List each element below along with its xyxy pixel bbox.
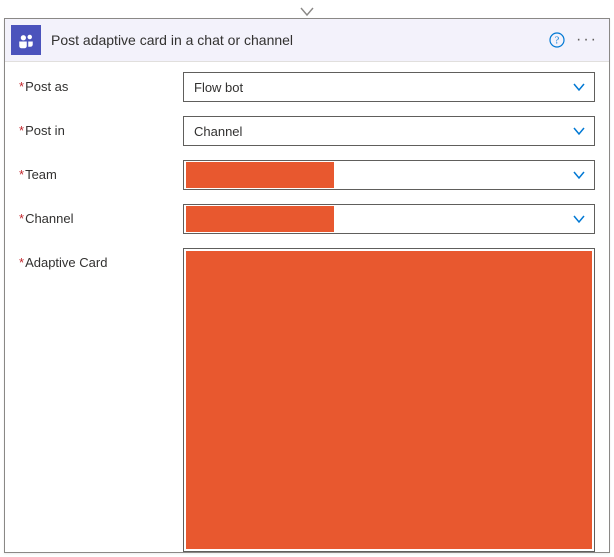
field-label: *Team [19,160,183,182]
field-label: *Channel [19,204,183,226]
action-card: Post adaptive card in a chat or channel … [4,18,610,553]
card-body: *Post as Flow bot *Post in Channel *Team [5,62,609,552]
post-as-select[interactable]: Flow bot [183,72,595,102]
chevron-down-icon [572,80,586,94]
redacted-value [186,206,334,232]
team-select[interactable] [183,160,595,190]
card-header[interactable]: Post adaptive card in a chat or channel … [5,19,609,62]
field-row-post-as: *Post as Flow bot [19,72,595,102]
select-value: Channel [194,124,242,139]
card-title: Post adaptive card in a chat or channel [51,32,547,48]
field-row-post-in: *Post in Channel [19,116,595,146]
teams-icon [11,25,41,55]
help-icon[interactable]: ? [547,30,567,50]
field-row-channel: *Channel [19,204,595,234]
field-row-team: *Team [19,160,595,190]
flow-arrow-down-icon [4,4,610,16]
chevron-down-icon [572,124,586,138]
redacted-value [186,251,592,549]
chevron-down-icon [572,212,586,226]
field-label: *Post as [19,72,183,94]
field-row-adaptive-card: *Adaptive Card [19,248,595,552]
more-menu-icon[interactable]: ··· [575,28,599,52]
svg-text:?: ? [555,36,560,47]
select-value: Flow bot [194,80,243,95]
adaptive-card-textarea[interactable] [183,248,595,552]
redacted-value [186,162,334,188]
post-in-select[interactable]: Channel [183,116,595,146]
field-label: *Post in [19,116,183,138]
field-label: *Adaptive Card [19,248,183,270]
channel-select[interactable] [183,204,595,234]
chevron-down-icon [572,168,586,182]
